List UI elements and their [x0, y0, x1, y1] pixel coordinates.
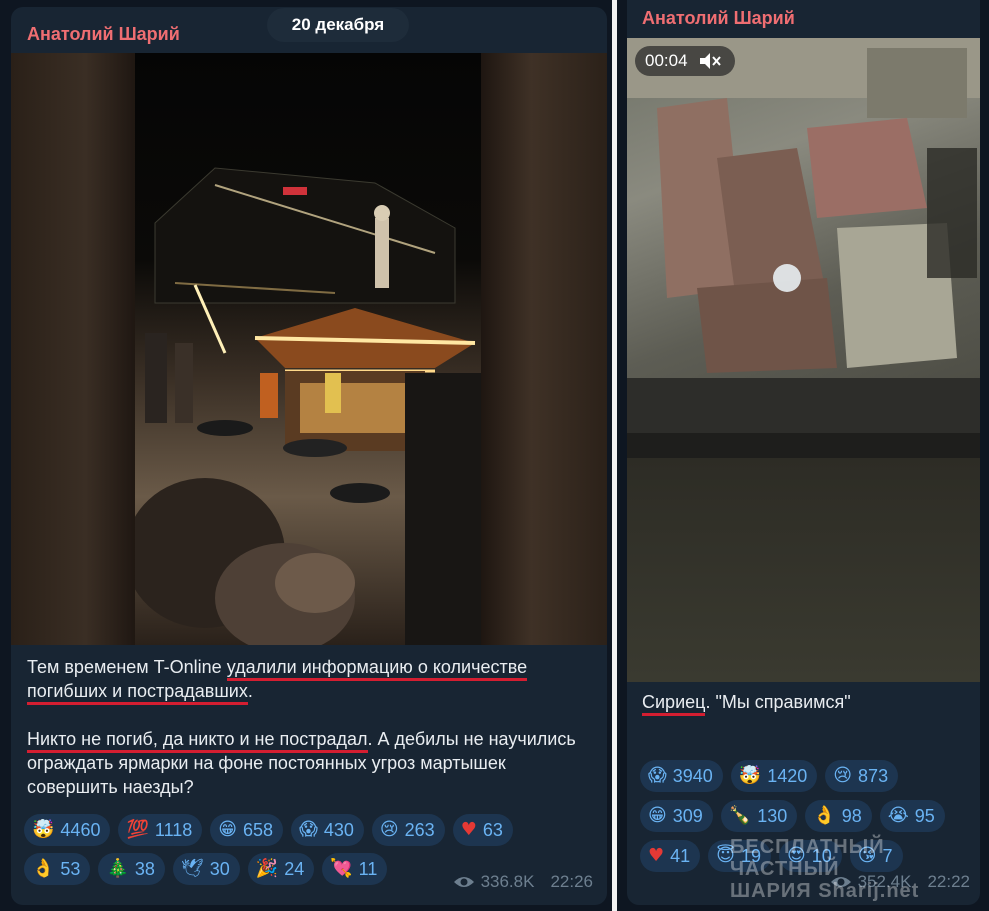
- reaction-button[interactable]: 🤯 4460: [24, 814, 111, 846]
- reaction-button[interactable]: 😱 430: [291, 814, 364, 846]
- reaction-emoji-icon: ♥: [648, 845, 665, 866]
- message-meta: 336.8K 22:26: [453, 872, 593, 892]
- paragraph-2: Никто не погиб, да никто и не пострадал.…: [27, 727, 597, 799]
- reaction-button[interactable]: ♥ 63: [452, 814, 513, 846]
- reaction-button[interactable]: 👌 98: [805, 800, 872, 832]
- reaction-count: 3940: [672, 765, 713, 786]
- reaction-button[interactable]: 🤯 1420: [730, 760, 818, 792]
- reaction-emoji-icon: 😢: [833, 765, 853, 786]
- reaction-emoji-icon: 🍾: [728, 805, 752, 826]
- reaction-emoji-icon: 👌: [32, 858, 55, 879]
- reaction-emoji-icon: 🎉: [255, 858, 279, 879]
- caption-rest: . "Мы справимся": [705, 692, 851, 712]
- video-timer: 00:04: [635, 46, 735, 76]
- underlined-phrase: Никто не погиб, да никто и не пострадал: [27, 729, 368, 753]
- reaction-button[interactable]: 😁 309: [640, 800, 713, 832]
- reaction-emoji-icon: 💘: [330, 858, 353, 879]
- reaction-button[interactable]: 😁 658: [210, 814, 284, 846]
- date-separator: 20 декабря: [267, 8, 409, 42]
- video-blur-right: [481, 53, 607, 645]
- caption: Сириец. "Мы справимся": [642, 690, 972, 716]
- reaction-count: 11: [358, 858, 378, 879]
- reaction-count: 98: [841, 805, 862, 826]
- reaction-count: 309: [672, 805, 703, 826]
- reaction-button[interactable]: 😱 3940: [640, 760, 723, 792]
- reaction-button[interactable]: 😢 263: [371, 814, 445, 846]
- reaction-emoji-icon: 😭: [887, 805, 909, 826]
- underlined-phrase: Сириец: [642, 692, 706, 716]
- reaction-count: 873: [858, 765, 889, 786]
- reaction-emoji-icon: ♥: [460, 819, 477, 840]
- author-name[interactable]: Анатолий Шарий: [27, 24, 180, 45]
- watermark-line-2: ШАРИЯ Sharij.net: [730, 880, 920, 902]
- message-left[interactable]: Анатолий Шарий Тем временем T-Online уда…: [11, 7, 607, 905]
- reaction-button[interactable]: 👌 53: [24, 853, 91, 885]
- message-time: 22:26: [550, 872, 593, 891]
- reaction-emoji-icon: 😱: [299, 819, 318, 840]
- reaction-button[interactable]: 🎄 38: [98, 853, 165, 885]
- reaction-count: 1118: [154, 819, 193, 840]
- column-divider: [612, 0, 617, 911]
- text-suffix: .: [247, 681, 253, 701]
- video-lower-area: [627, 458, 980, 682]
- reaction-button[interactable]: 😢 873: [825, 760, 899, 792]
- reaction-emoji-icon: 😁: [648, 805, 667, 826]
- reaction-button[interactable]: 🍾 130: [720, 800, 798, 832]
- reaction-count: 24: [284, 858, 305, 879]
- reaction-count: 130: [757, 805, 788, 826]
- reaction-emoji-icon: 🎄: [106, 858, 129, 879]
- eye-icon: [453, 877, 474, 887]
- reaction-count: 38: [134, 858, 155, 879]
- video-left[interactable]: [11, 53, 607, 645]
- message-text: Сириец. "Мы справимся": [642, 690, 972, 716]
- message-text: Тем временем T-Online удалили информацию…: [27, 655, 597, 799]
- underlined-phrase: удалили информацию о количестве: [226, 657, 528, 681]
- video-frame[interactable]: [125, 53, 481, 645]
- reaction-button[interactable]: 💯 1118: [118, 814, 203, 846]
- reaction-count: 263: [404, 819, 435, 840]
- reaction-button[interactable]: ♥ 41: [640, 840, 701, 872]
- text-prefix: Тем временем T-Online: [27, 657, 227, 677]
- reaction-emoji-icon: 👌: [813, 805, 836, 826]
- reaction-count: 4460: [60, 819, 101, 840]
- video-time: 00:04: [645, 51, 688, 70]
- reaction-emoji-icon: 😢: [379, 819, 399, 840]
- video-right[interactable]: 00:04: [627, 38, 980, 682]
- reaction-emoji-icon: 😱: [648, 765, 667, 786]
- reaction-count: 658: [243, 819, 274, 840]
- reaction-count: 63: [482, 819, 503, 840]
- reaction-button[interactable]: 💘 11: [322, 853, 388, 885]
- views-count: 336.8K: [480, 872, 535, 891]
- reaction-count: 30: [209, 858, 230, 879]
- cctv-market-scene: [627, 38, 980, 458]
- author-name[interactable]: Анатолий Шарий: [642, 8, 795, 29]
- watermark-line-1: БЕСПЛАТНЫЙ ЧАСТНЫЙ: [730, 836, 885, 880]
- underlined-phrase: погибших и пострадавших: [27, 681, 248, 705]
- video-blur-left: [11, 53, 135, 645]
- reaction-emoji-icon: 🕊: [180, 858, 204, 879]
- reaction-emoji-icon: 😁: [218, 819, 238, 840]
- reaction-count: 95: [914, 805, 935, 826]
- reaction-count: 41: [670, 845, 691, 866]
- reaction-emoji-icon: 🤯: [738, 765, 762, 786]
- reaction-count: 53: [60, 858, 81, 879]
- watermark: БЕСПЛАТНЫЙ ЧАСТНЫЙ ШАРИЯ Sharij.net: [730, 836, 970, 902]
- reaction-button[interactable]: 😭 95: [879, 800, 945, 832]
- christmas-market-scene: [125, 167, 481, 645]
- message-right[interactable]: Анатолий Шарий 00:04 Сириец. "Мы справим…: [627, 0, 980, 905]
- video-screen: [627, 38, 980, 458]
- reaction-button[interactable]: 🎉 24: [247, 853, 315, 885]
- reaction-count: 430: [323, 819, 354, 840]
- reaction-emoji-icon: 💯: [126, 819, 149, 840]
- reaction-emoji-icon: 🤯: [32, 819, 55, 840]
- paragraph-1: Тем временем T-Online удалили информацию…: [27, 655, 597, 705]
- reaction-button[interactable]: 🕊 30: [172, 853, 240, 885]
- speaker-muted-icon[interactable]: [698, 51, 722, 71]
- reaction-count: 1420: [767, 765, 808, 786]
